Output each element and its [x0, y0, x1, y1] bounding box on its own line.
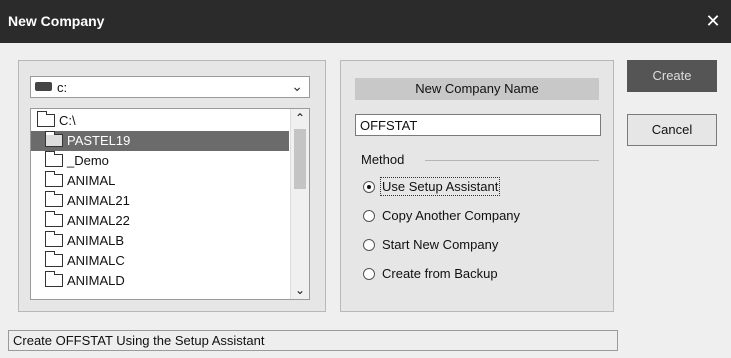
drive-icon: [35, 82, 52, 91]
folder-label: PASTEL19: [67, 133, 131, 148]
method-group: Method Use Setup Assistant Copy Another …: [355, 150, 599, 300]
folder-icon: [45, 151, 63, 167]
radio-button[interactable]: [363, 268, 375, 280]
folder-item[interactable]: ANIMAL22: [31, 211, 289, 231]
folder-item[interactable]: C:\: [31, 111, 289, 131]
vertical-scrollbar[interactable]: ⌃ ⌄: [290, 109, 309, 299]
folder-list[interactable]: C:\ PASTEL19 _Demo ANIMAL ANIMAL21 ANIMA…: [30, 108, 310, 300]
chevron-up-icon[interactable]: ⌃: [291, 109, 309, 127]
radio-label: Copy Another Company: [382, 208, 521, 223]
folder-icon: [45, 211, 63, 227]
folder-icon: [45, 251, 63, 267]
window-title: New Company: [8, 13, 105, 29]
folder-item[interactable]: _Demo: [31, 151, 289, 171]
folder-label: ANIMALD: [67, 273, 125, 288]
folder-label: ANIMALC: [67, 253, 125, 268]
folder-label: ANIMAL22: [67, 213, 130, 228]
folder-item-selected[interactable]: PASTEL19: [31, 131, 289, 151]
folder-label: ANIMALB: [67, 233, 125, 248]
folder-label: _Demo: [67, 153, 109, 168]
folder-item[interactable]: ANIMALD: [31, 271, 289, 291]
title-bar: New Company ✕: [0, 0, 731, 43]
folder-icon: [45, 191, 63, 207]
drive-value: c:: [57, 80, 68, 95]
radio-button[interactable]: [363, 239, 375, 251]
method-divider: [425, 160, 599, 161]
radio-label: Use Setup Assistant: [379, 177, 501, 196]
folder-item[interactable]: ANIMALC: [31, 251, 289, 271]
folder-label: ANIMAL21: [67, 193, 130, 208]
folder-icon: [45, 231, 63, 247]
radio-label: Start New Company: [382, 237, 499, 252]
folder-item[interactable]: ANIMALB: [31, 231, 289, 251]
open-folder-icon: [37, 111, 55, 127]
radio-button[interactable]: [363, 210, 375, 222]
drive-select[interactable]: c: ⌄: [30, 76, 310, 98]
radio-label: Create from Backup: [382, 266, 498, 281]
cancel-button[interactable]: Cancel: [627, 114, 717, 146]
method-legend: Method: [361, 152, 411, 167]
close-icon[interactable]: ✕: [695, 0, 731, 43]
chevron-down-icon[interactable]: ⌄: [291, 78, 303, 95]
status-bar: Create OFFSTAT Using the Setup Assistant: [8, 330, 618, 351]
company-name-label: New Company Name: [355, 78, 599, 100]
folder-icon: [45, 271, 63, 287]
open-folder-icon: [45, 131, 63, 147]
folder-label: ANIMAL: [67, 173, 116, 188]
company-name-input[interactable]: [355, 114, 601, 136]
folder-label: C:\: [59, 113, 76, 128]
folder-icon: [45, 171, 63, 187]
scrollbar-thumb[interactable]: [294, 129, 306, 189]
radio-button[interactable]: [363, 181, 375, 193]
folder-item[interactable]: ANIMAL: [31, 171, 289, 191]
folder-item[interactable]: ANIMAL21: [31, 191, 289, 211]
chevron-down-icon[interactable]: ⌄: [291, 281, 309, 299]
create-button[interactable]: Create: [627, 60, 717, 92]
